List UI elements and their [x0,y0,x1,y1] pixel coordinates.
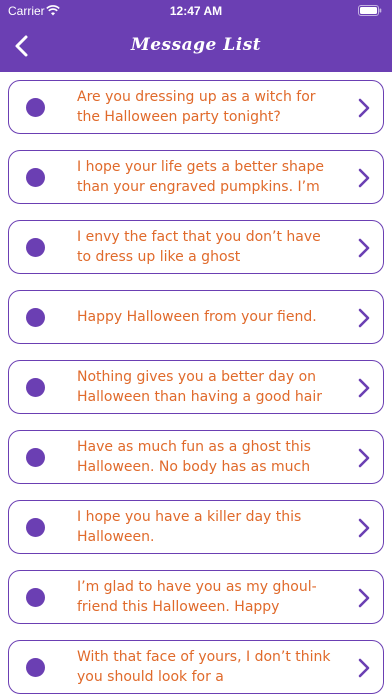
chevron-right-icon [358,168,370,188]
message-list: Are you dressing up as a witch for the H… [8,80,384,696]
page-title: Message List [130,35,262,55]
bullet-dot-icon [26,378,45,397]
message-text: I envy the fact that you don’t have to d… [77,229,321,265]
message-row[interactable]: Have as much fun as a ghost this Hallowe… [8,430,384,484]
bullet-dot-icon [26,308,45,327]
chevron-right-icon [358,308,370,328]
bullet-dot-icon [26,168,45,187]
message-row[interactable]: Happy Halloween from your fiend. [8,290,384,344]
message-text: I hope your life gets a better shape tha… [77,159,324,195]
bullet-dot-icon [26,518,45,537]
chevron-right-icon [358,448,370,468]
chevron-right-icon [358,378,370,398]
message-row[interactable]: Are you dressing up as a witch for the H… [8,80,384,134]
message-row[interactable]: With that face of yours, I don’t think y… [8,640,384,694]
message-text: I’m glad to have you as my ghoul-friend … [77,579,317,615]
bullet-dot-icon [26,98,45,117]
chevron-right-icon [358,588,370,608]
message-row[interactable]: I hope your life gets a better shape tha… [8,150,384,204]
message-text: Happy Halloween from your fiend. [77,309,317,325]
bullet-dot-icon [26,588,45,607]
message-text: I hope you have a killer day this Hallow… [77,509,302,545]
top-bar: Carrier 12:47 AM Message List [0,0,392,72]
message-text: Have as much fun as a ghost this Hallowe… [77,439,311,475]
bullet-dot-icon [26,448,45,467]
message-text: Nothing gives you a better day on Hallow… [77,369,323,405]
bullet-dot-icon [26,658,45,677]
chevron-right-icon [358,98,370,118]
navigation-bar: Message List [0,22,392,72]
message-row[interactable]: I’m glad to have you as my ghoul-friend … [8,570,384,624]
message-row[interactable]: I hope you have a killer day this Hallow… [8,500,384,554]
message-row[interactable]: Nothing gives you a better day on Hallow… [8,360,384,414]
status-bar: Carrier 12:47 AM [0,0,392,22]
message-row[interactable]: I envy the fact that you don’t have to d… [8,220,384,274]
message-text: With that face of yours, I don’t think y… [77,649,331,685]
status-time: 12:47 AM [169,4,223,18]
battery-icon [358,5,382,16]
chevron-right-icon [358,238,370,258]
message-text: Are you dressing up as a witch for the H… [77,89,316,125]
chevron-right-icon [358,518,370,538]
chevron-right-icon [358,658,370,678]
bullet-dot-icon [26,238,45,257]
